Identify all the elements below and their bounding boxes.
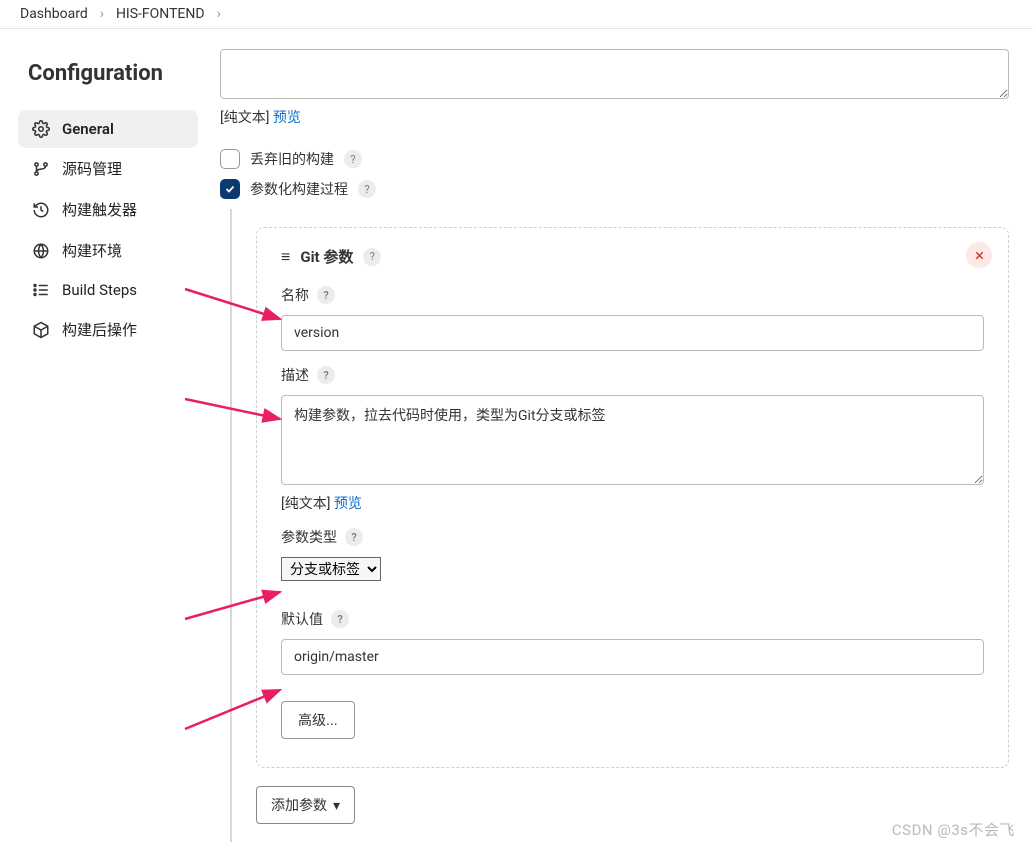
project-description[interactable]: [220, 49, 1009, 99]
branch-icon: [32, 160, 50, 178]
param-type-select[interactable]: 分支或标签: [281, 557, 381, 581]
breadcrumb-project[interactable]: HIS-FONTEND: [116, 6, 205, 22]
add-parameter-button[interactable]: 添加参数 ▾: [256, 786, 355, 824]
sidebar-item-scm[interactable]: 源码管理: [18, 148, 198, 189]
help-icon[interactable]: ?: [358, 180, 376, 198]
gear-icon: [32, 120, 50, 138]
sidebar-item-label: General: [62, 120, 114, 138]
discard-old-builds-checkbox[interactable]: [220, 149, 240, 169]
sidebar-item-label: 构建环境: [62, 240, 122, 261]
globe-icon: [32, 242, 50, 260]
description-textarea[interactable]: [281, 395, 984, 485]
default-value-input[interactable]: [281, 639, 984, 675]
history-icon: [32, 201, 50, 219]
chevron-right-icon: ›: [100, 6, 104, 22]
help-icon[interactable]: ?: [317, 366, 335, 384]
preview-link[interactable]: 预览: [273, 110, 301, 126]
add-parameter-label: 添加参数: [271, 795, 327, 815]
help-icon[interactable]: ?: [345, 528, 363, 546]
help-icon[interactable]: ?: [344, 150, 362, 168]
page-title: Configuration: [28, 61, 198, 86]
sidebar-item-build-steps[interactable]: Build Steps: [18, 271, 198, 309]
sidebar-item-general[interactable]: General: [18, 110, 198, 148]
package-icon: [32, 321, 50, 339]
sidebar-item-label: 源码管理: [62, 158, 122, 179]
breadcrumb: Dashboard › HIS-FONTEND ›: [0, 0, 1033, 29]
drag-handle-icon[interactable]: ≡: [281, 247, 290, 267]
watermark: CSDN @3s不会飞: [892, 819, 1015, 840]
parameterized-build-checkbox[interactable]: [220, 179, 240, 199]
main-content: [纯文本] 预览 丢弃旧的构建 ? 参数化构建过程 ? ≡ Git 参数 ?: [210, 29, 1033, 862]
breadcrumb-dashboard[interactable]: Dashboard: [20, 6, 88, 22]
plain-text-label: [纯文本]: [281, 496, 334, 512]
help-icon[interactable]: ?: [363, 248, 381, 266]
help-icon[interactable]: ?: [331, 610, 349, 628]
plain-text-label: [纯文本]: [220, 110, 273, 126]
caret-down-icon: ▾: [333, 797, 340, 814]
sidebar-item-label: 构建触发器: [62, 199, 137, 220]
preview-link[interactable]: 预览: [334, 496, 362, 512]
name-label: 名称: [281, 285, 309, 305]
chevron-right-icon: ›: [217, 6, 221, 22]
list-icon: [32, 281, 50, 299]
param-type-label: 参数类型: [281, 527, 337, 547]
sidebar: Configuration General 源码管理 构建触发器 构建环境: [0, 29, 210, 362]
sidebar-item-post-build[interactable]: 构建后操作: [18, 309, 198, 350]
sidebar-item-environment[interactable]: 构建环境: [18, 230, 198, 271]
parameterized-build-label: 参数化构建过程: [250, 179, 348, 199]
advanced-button[interactable]: 高级...: [281, 701, 355, 739]
sidebar-item-label: 构建后操作: [62, 319, 137, 340]
default-value-label: 默认值: [281, 609, 323, 629]
sidebar-item-triggers[interactable]: 构建触发器: [18, 189, 198, 230]
name-input[interactable]: [281, 315, 984, 351]
help-icon[interactable]: ?: [317, 286, 335, 304]
discard-old-builds-label: 丢弃旧的构建: [250, 149, 334, 169]
git-parameter-card: ≡ Git 参数 ? 名称 ? 描述 ? [纯文本]: [256, 227, 1009, 768]
sidebar-item-label: Build Steps: [62, 281, 137, 299]
description-format-row: [纯文本] 预览: [220, 107, 1009, 127]
git-parameter-title: Git 参数: [300, 246, 353, 267]
remove-parameter-button[interactable]: [966, 242, 992, 268]
description-label: 描述: [281, 365, 309, 385]
